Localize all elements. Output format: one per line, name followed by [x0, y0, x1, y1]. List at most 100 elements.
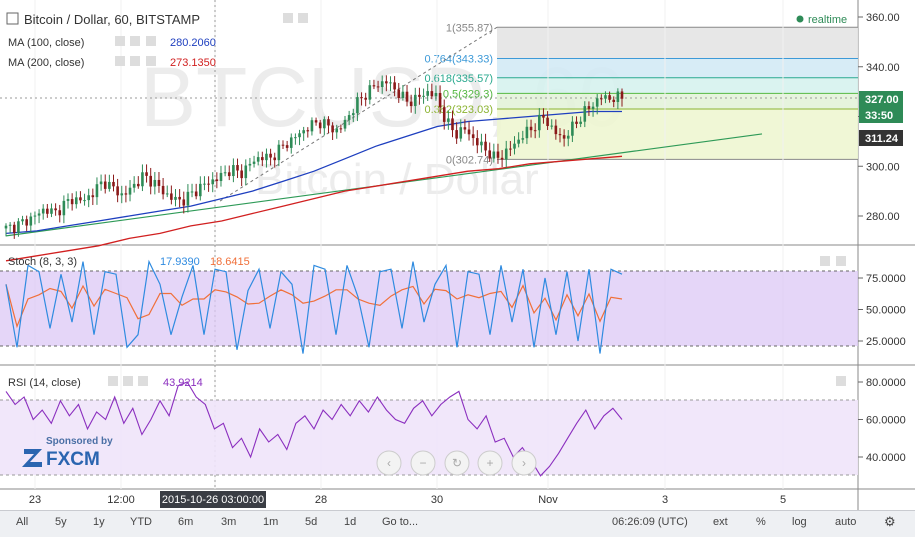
gear-icon[interactable]: [298, 13, 308, 23]
time-tick-label: 28: [315, 494, 327, 506]
candle-body: [112, 181, 115, 187]
move-up-icon[interactable]: [836, 376, 846, 386]
candle-body: [236, 165, 239, 171]
candle-body: [376, 86, 380, 88]
stoch-label[interactable]: Stoch (8, 3, 3): [8, 256, 77, 268]
candle-body: [418, 94, 421, 97]
range-button-1d[interactable]: 1d: [344, 516, 356, 528]
candle-body: [252, 161, 256, 164]
candle-body: [488, 150, 492, 159]
candle-body: [161, 185, 165, 195]
candle-body: [223, 172, 227, 174]
range-button-5d[interactable]: 5d: [305, 516, 317, 528]
fib-zone: [497, 93, 858, 109]
candle-body: [165, 193, 169, 195]
candle-body: [343, 119, 347, 129]
rsi-label[interactable]: RSI (14, close): [8, 377, 81, 389]
candle-body: [289, 137, 293, 148]
range-button-5y[interactable]: 5y: [55, 516, 67, 528]
candle-body: [356, 97, 359, 114]
gear-icon[interactable]: [130, 36, 140, 46]
range-button-3m[interactable]: 3m: [221, 516, 236, 528]
candle-body: [339, 128, 343, 130]
candle-body: [335, 128, 339, 133]
candle-body: [500, 157, 504, 160]
candle-body: [79, 197, 82, 201]
candle-body: [496, 151, 500, 158]
candle-body: [380, 81, 384, 87]
candle-body: [302, 130, 305, 134]
close-icon[interactable]: [146, 36, 156, 46]
fib-zone: [497, 27, 858, 59]
range-button-1m[interactable]: 1m: [263, 516, 278, 528]
candle-body: [521, 138, 525, 140]
price-scale[interactable]: 280.00300.00320.00340.00360.0025.000050.…: [858, 12, 906, 464]
candle-body: [219, 172, 223, 182]
candle-body: [529, 126, 533, 131]
candle-body: [360, 97, 363, 99]
candle-body: [261, 157, 264, 161]
percent-toggle[interactable]: %: [756, 516, 766, 528]
candle-body: [562, 135, 566, 139]
eye-icon[interactable]: [283, 13, 293, 23]
range-button-all[interactable]: All: [16, 516, 28, 528]
eye-icon[interactable]: [115, 36, 125, 46]
candle-body: [368, 85, 372, 100]
candle-body: [211, 179, 215, 185]
close-icon[interactable]: [138, 376, 148, 386]
move-up-icon[interactable]: [820, 256, 830, 266]
log-toggle[interactable]: log: [792, 516, 807, 528]
candle-body: [141, 172, 144, 187]
scale-label: 40.0000: [866, 452, 906, 464]
symbol-title[interactable]: Bitcoin / Dollar, 60, BITSTAMP: [24, 12, 200, 27]
goto-button[interactable]: Go to...: [382, 516, 418, 528]
close-icon[interactable]: [146, 56, 156, 66]
refresh-icon: ↻: [452, 456, 462, 470]
eye-icon[interactable]: [115, 56, 125, 66]
candle-body: [595, 98, 599, 107]
price-badge-label: 327.00: [865, 94, 899, 106]
auto-toggle[interactable]: auto: [835, 516, 856, 528]
candle-body: [25, 219, 28, 226]
candle-body: [591, 106, 595, 109]
time-axis[interactable]: 23 12:00 28 30 Nov 3 5: [29, 494, 786, 506]
fib-zone: [497, 108, 858, 160]
utc-clock[interactable]: 06:26:09 (UTC): [612, 516, 688, 528]
candle-body: [256, 157, 260, 162]
ma100-label[interactable]: MA (100, close): [8, 37, 84, 49]
range-button-ytd[interactable]: YTD: [130, 516, 152, 528]
candle-body: [62, 200, 66, 216]
candle-body: [583, 106, 587, 122]
gear-icon[interactable]: [123, 376, 133, 386]
move-down-icon[interactable]: [836, 256, 846, 266]
candle-body: [277, 144, 281, 161]
eye-icon[interactable]: [108, 376, 118, 386]
candle-body: [8, 224, 12, 226]
range-button-6m[interactable]: 6m: [178, 516, 193, 528]
candle-body: [174, 196, 177, 200]
candle-body: [525, 126, 529, 139]
fib-level-label: 1(355.87): [446, 22, 493, 34]
ext-toggle[interactable]: ext: [713, 516, 728, 528]
gear-icon[interactable]: [130, 56, 140, 66]
candle-body: [281, 144, 285, 146]
candle-body: [323, 119, 326, 129]
candle-body: [463, 127, 467, 130]
candle-body: [145, 172, 148, 176]
fib-level-label: 0.764(343.33): [425, 53, 494, 65]
candle-body: [480, 141, 483, 146]
candle-body: [517, 139, 520, 144]
candle-body: [608, 95, 611, 100]
scale-label: 300.00: [866, 161, 900, 173]
fib-level-label: 0.5(329.3): [443, 88, 493, 100]
candle-body: [484, 141, 487, 151]
candle-body: [108, 181, 111, 189]
chevron-right-icon: ›: [522, 456, 526, 470]
candle-body: [240, 170, 243, 179]
candle-body: [194, 191, 198, 197]
gear-icon[interactable]: ⚙: [884, 514, 896, 530]
range-button-1y[interactable]: 1y: [93, 516, 105, 528]
candle-body: [546, 117, 549, 127]
ma200-label[interactable]: MA (200, close): [8, 57, 84, 69]
candle-body: [566, 135, 570, 139]
